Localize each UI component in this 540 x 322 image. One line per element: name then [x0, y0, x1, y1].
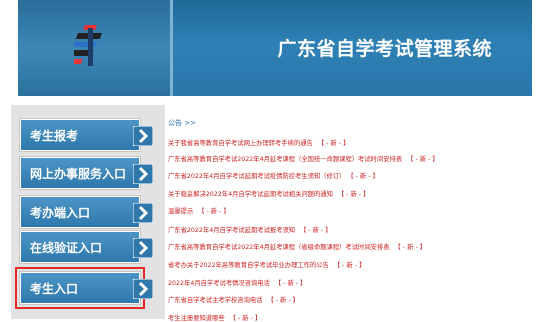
- nav-label: 考生入口: [30, 282, 79, 296]
- new-badge: 【 - 新 - 】: [198, 208, 230, 215]
- logo-panel: [18, 0, 170, 96]
- nav-item-exam-registration[interactable]: 考生报考: [20, 119, 153, 151]
- new-badge: 【 - 新 - 】: [333, 262, 366, 269]
- new-badge: 【 - 新 - 】: [274, 280, 307, 287]
- notice-item[interactable]: 关于我省高等教育自学考试网上办理转考手续的通告【 - 新 - 】: [168, 138, 349, 147]
- notice-item[interactable]: 考生注册要知道哪些【 - 新 - 】: [168, 313, 261, 322]
- chevron-right-icon: [133, 279, 153, 299]
- nav-label: 考生报考: [30, 129, 79, 143]
- chevron-right-icon: [133, 126, 153, 146]
- notice-item[interactable]: 省考办关于2022年高等教育自学考试毕业办理工作的公告【 - 新 - 】: [168, 260, 365, 269]
- notice-item[interactable]: 广东省高等教育自学考试2022年4月延考课程（全国统一命题课程）考试时间安排表【…: [168, 154, 439, 163]
- new-badge: 【 - 新 - 】: [300, 227, 332, 234]
- chevron-right-icon: [133, 203, 153, 223]
- nav-item-exam-office[interactable]: 考办端入口: [20, 196, 153, 228]
- notice-item[interactable]: 温馨提示【 - 新 - 】: [168, 206, 230, 215]
- sidebar: 考生报考 网上办事服务入口 考办端入口 在线验证入口 考生入口: [11, 105, 165, 319]
- notice-item[interactable]: 广东省2022年4月自学考试延期考试报考须知【 - 新 - 】: [168, 225, 332, 234]
- notice-list: 公告 >> 关于我省高等教育自学考试网上办理转考手续的通告【 - 新 - 】 广…: [168, 118, 540, 322]
- new-badge: 【 - 新 - 】: [317, 140, 350, 147]
- nav-item-online-services[interactable]: 网上办事服务入口: [20, 157, 153, 189]
- new-badge: 【 - 新 - 】: [407, 156, 439, 163]
- title-panel: 广东省自学考试管理系统: [170, 0, 532, 96]
- notice-item[interactable]: 关于稳妥解决2022年4月自学考试延期考试相关问题的通知【 - 新 - 】: [168, 189, 369, 198]
- notice-item[interactable]: 广东省高等教育自学考试2022年4月延考课程（省级命题课程）考试时间安排表【 -…: [168, 242, 426, 251]
- exam-logo-icon: [74, 25, 102, 66]
- notice-item[interactable]: 广东省2022年4月自学考试延期考试疫情防控考生须知（修订）【 - 新 - 】: [168, 171, 379, 180]
- nav-item-online-verification[interactable]: 在线验证入口: [20, 231, 153, 263]
- new-badge: 【 - 新 - 】: [267, 297, 299, 304]
- notice-section-title[interactable]: 公告 >>: [168, 118, 540, 128]
- nav-label: 网上办事服务入口: [30, 167, 127, 181]
- notice-item[interactable]: 2022年4月自学考试考情况咨询电话【 - 新 - 】: [168, 278, 306, 287]
- header: 广东省自学考试管理系统: [18, 0, 532, 96]
- new-badge: 【 - 新 - 】: [337, 191, 370, 198]
- app-title: 广东省自学考试管理系统: [277, 38, 492, 60]
- notice-item[interactable]: 广东省自学考试主考学校咨询电话【 - 新 - 】: [168, 295, 299, 304]
- nav-label: 考办端入口: [30, 206, 91, 220]
- chevron-right-icon: [133, 164, 153, 184]
- new-badge: 【 - 新 - 】: [394, 244, 426, 251]
- nav-label: 在线验证入口: [30, 241, 103, 255]
- new-badge: 【 - 新 - 】: [350, 173, 379, 180]
- chevron-right-icon: [133, 238, 153, 258]
- nav-item-candidate-login[interactable]: 考生入口: [15, 267, 153, 309]
